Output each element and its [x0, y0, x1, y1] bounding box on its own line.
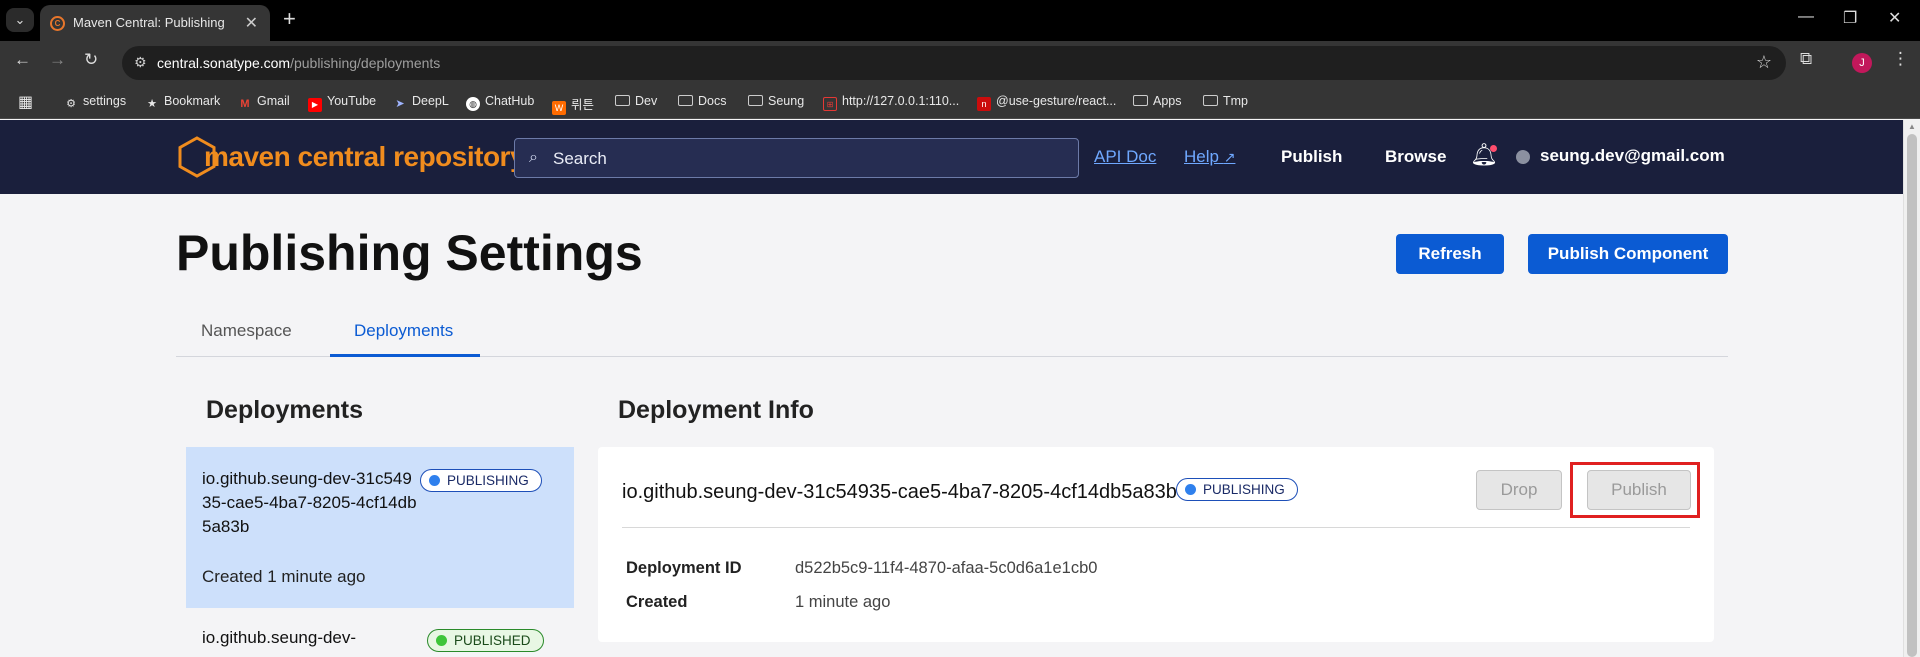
api-doc-link[interactable]: API Doc: [1094, 147, 1156, 167]
bookmark-chathub[interactable]: ◍ ChatHub: [466, 94, 534, 111]
info-status-badge: PUBLISHING: [1176, 478, 1298, 501]
scroll-up-icon[interactable]: ▲: [1908, 122, 1916, 131]
page-title: Publishing Settings: [176, 225, 643, 281]
tab-namespace[interactable]: Namespace: [201, 321, 292, 341]
bookmark-settings[interactable]: ⚙ settings: [64, 94, 126, 111]
external-link-icon: ↗: [1223, 149, 1236, 165]
highlight-annotation: [1570, 462, 1700, 518]
bookmarks-bar: ▦ ⚙ settings ★ Bookmark M Gmail ▶ YouTube ➤ D…: [0, 84, 1920, 119]
bookmark-folder-docs[interactable]: Docs: [678, 94, 726, 108]
deployment-info-name: io.github.seung-dev-31c54935-cae5-4ba7-8…: [622, 481, 1177, 503]
deployment-info-heading: Deployment Info: [618, 396, 814, 424]
deployment-info-card: io.github.seung-dev-31c54935-cae5-4ba7-8…: [598, 447, 1714, 642]
browser-toolbar: ← → ↻ ⚙ central.sonatype.com/publishing/…: [0, 41, 1920, 84]
folder-icon: [615, 95, 630, 106]
apps-grid-icon[interactable]: ▦: [18, 92, 33, 112]
status-badge: PUBLISHING: [420, 469, 542, 492]
refresh-button[interactable]: Refresh: [1396, 234, 1504, 274]
scroll-thumb[interactable]: [1907, 134, 1917, 657]
bookmark-gmail[interactable]: M Gmail: [238, 94, 289, 111]
bookmark-folder-seung[interactable]: Seung: [748, 94, 804, 108]
folder-icon: [1133, 95, 1148, 106]
bookmark-bookmark[interactable]: ★ Bookmark: [145, 94, 220, 111]
status-dot-icon: [1185, 484, 1196, 495]
gear-icon: ⚙: [66, 98, 76, 110]
created-label: Created: [626, 593, 688, 611]
deployment-created: Created 1 minute ago: [202, 567, 366, 586]
url-host: central.sonatype.com: [157, 55, 291, 71]
created-value: 1 minute ago: [795, 593, 891, 611]
url-path: /publishing/deployments: [290, 55, 441, 71]
tab-close-icon[interactable]: ✕: [245, 13, 258, 33]
tab-search-button[interactable]: ⌄: [6, 8, 34, 32]
logo-text[interactable]: maven central repository: [204, 141, 526, 173]
bookmark-youtube[interactable]: ▶ YouTube: [308, 94, 376, 112]
divider: [622, 527, 1690, 528]
user-avatar[interactable]: [1516, 150, 1530, 164]
page-scrollbar[interactable]: ▲: [1903, 120, 1920, 657]
drop-button[interactable]: Drop: [1476, 470, 1562, 510]
site-info-icon[interactable]: ⚙: [134, 54, 147, 71]
deployment-list-item[interactable]: io.github.seung-dev- PUBLISHED: [186, 614, 574, 657]
deployment-name: io.github.seung-dev-31c54935-cae5-4ba7-8…: [202, 469, 417, 536]
deployment-id-value: d522b5c9-11f4-4870-afaa-5c0d6a1e1cb0: [795, 559, 1098, 577]
reload-icon[interactable]: ↻: [84, 50, 98, 70]
browser-tab-bar: ⌄ C Maven Central: Publishing ✕ + — ❐ ✕: [0, 0, 1920, 41]
localhost-icon: ⊞: [823, 97, 837, 111]
restore-icon[interactable]: ❐: [1843, 8, 1857, 28]
bookmark-folder-dev[interactable]: Dev: [615, 94, 657, 108]
globe-icon: ◍: [466, 97, 480, 111]
back-icon[interactable]: ←: [14, 50, 31, 70]
bookmark-wrtn[interactable]: W 뤼튼: [552, 94, 594, 115]
bookmark-folder-tmp[interactable]: Tmp: [1203, 94, 1248, 108]
tab-title: Maven Central: Publishing: [73, 15, 225, 30]
bookmark-localhost[interactable]: ⊞ http://127.0.0.1:110...: [823, 94, 959, 111]
gmail-icon: M: [240, 98, 250, 110]
site-header: maven central repository ⌕ API Doc Help …: [0, 120, 1903, 194]
nav-browse[interactable]: Browse: [1385, 147, 1446, 167]
youtube-icon: ▶: [308, 98, 322, 112]
settings-tabs: Namespace Deployments: [176, 309, 1728, 357]
deployment-name: io.github.seung-dev-: [202, 628, 357, 647]
wrtn-icon: W: [552, 101, 566, 115]
npm-icon: n: [977, 97, 991, 111]
extensions-icon[interactable]: ⧉: [1800, 49, 1812, 69]
bookmark-deepl[interactable]: ➤ DeepL: [393, 94, 448, 111]
maven-favicon-icon: C: [50, 16, 65, 31]
active-tab-indicator: [330, 354, 480, 357]
address-bar[interactable]: ⚙ central.sonatype.com/publishing/deploy…: [122, 46, 1786, 80]
browser-menu-icon[interactable]: ⋮: [1892, 49, 1909, 69]
deployment-id-label: Deployment ID: [626, 559, 742, 577]
search-box[interactable]: ⌕: [514, 138, 1079, 178]
deployments-heading: Deployments: [206, 396, 363, 424]
deployment-list-item-selected[interactable]: io.github.seung-dev-31c54935-cae5-4ba7-8…: [186, 447, 574, 608]
notification-dot: [1490, 145, 1497, 152]
window-close-icon[interactable]: ✕: [1888, 8, 1901, 28]
folder-icon: [678, 95, 693, 106]
profile-avatar[interactable]: J: [1852, 53, 1872, 73]
help-link[interactable]: Help ↗: [1184, 147, 1235, 167]
tab-deployments[interactable]: Deployments: [354, 321, 453, 341]
deepl-icon: ➤: [395, 98, 405, 110]
status-badge: PUBLISHED: [427, 629, 544, 652]
address-url: central.sonatype.com/publishing/deployme…: [157, 55, 440, 71]
bookmark-use-gesture[interactable]: n @use-gesture/react...: [977, 94, 1116, 111]
forward-icon[interactable]: →: [49, 50, 66, 70]
search-icon: ⌕: [529, 149, 538, 166]
bookmark-folder-apps[interactable]: Apps: [1133, 94, 1182, 108]
browser-tab-active[interactable]: C Maven Central: Publishing ✕: [40, 5, 270, 41]
bookmark-star-icon[interactable]: ☆: [1756, 52, 1772, 73]
publish-component-button[interactable]: Publish Component: [1528, 234, 1728, 274]
user-email[interactable]: seung.dev@gmail.com: [1540, 146, 1725, 166]
minimize-icon[interactable]: —: [1798, 8, 1814, 26]
folder-icon: [1203, 95, 1218, 106]
status-dot-icon: [429, 475, 440, 486]
status-dot-icon: [436, 635, 447, 646]
folder-icon: [748, 95, 763, 106]
search-input[interactable]: [553, 147, 1053, 171]
nav-publish[interactable]: Publish: [1281, 147, 1342, 167]
star-icon: ★: [147, 98, 157, 110]
new-tab-icon[interactable]: +: [283, 6, 296, 32]
